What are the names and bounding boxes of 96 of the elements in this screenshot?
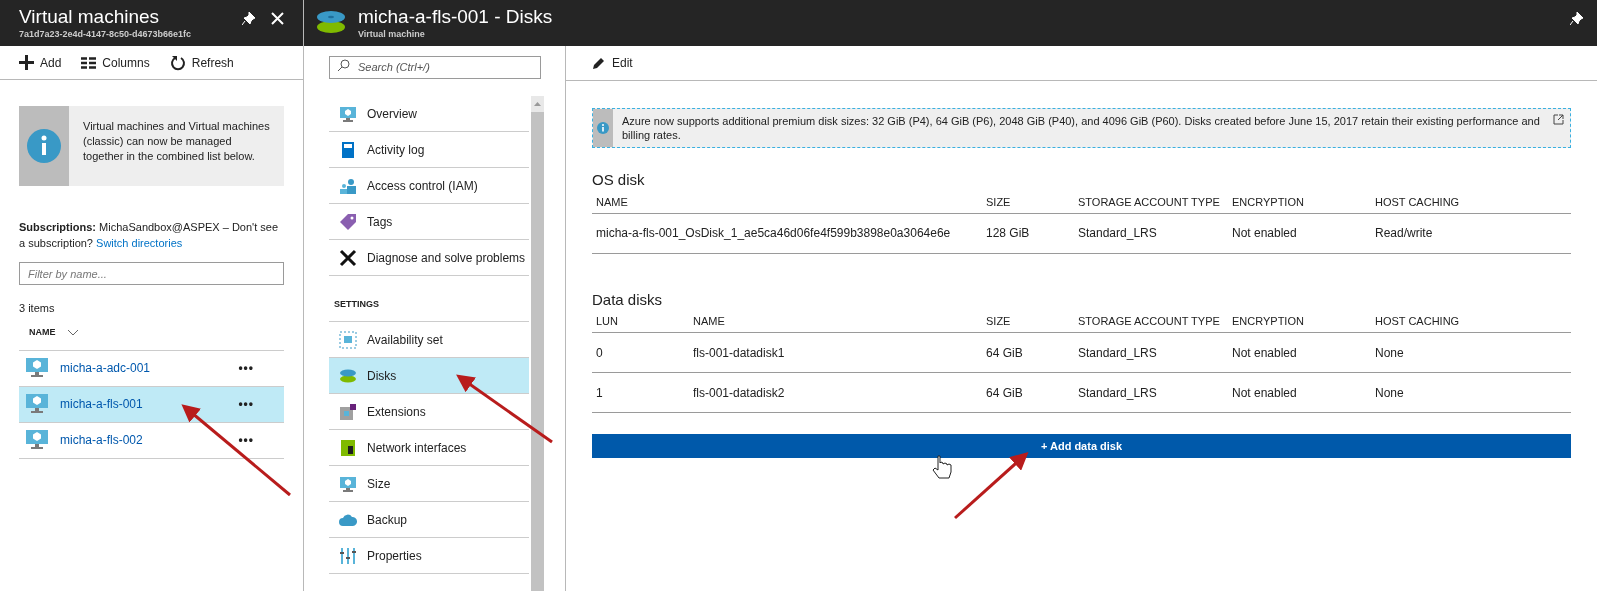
column-header: NAME bbox=[693, 314, 726, 330]
menu-item[interactable]: Disks bbox=[329, 358, 529, 394]
vm-name[interactable]: micha-a-fls-001 bbox=[60, 395, 239, 413]
more-button[interactable]: ••• bbox=[238, 359, 254, 377]
item-count: 3 items bbox=[19, 301, 56, 316]
edit-button[interactable]: Edit bbox=[592, 54, 633, 72]
switch-directories-link[interactable]: Switch directories bbox=[96, 237, 183, 249]
extensions-icon bbox=[339, 402, 357, 421]
blade-title: Virtual machines bbox=[19, 6, 161, 28]
vm-row[interactable]: micha-a-fls-002 ••• bbox=[19, 422, 284, 459]
scrollbar[interactable] bbox=[531, 96, 544, 591]
table-cell-text: Standard_LRS bbox=[1078, 225, 1158, 242]
more-button[interactable]: ••• bbox=[238, 431, 254, 449]
table-cell-text: Not enabled bbox=[1232, 384, 1298, 402]
menu-item[interactable]: Activity log bbox=[329, 132, 529, 168]
column-header: SIZE bbox=[986, 194, 1012, 210]
table-cell-text: micha-a-fls-001_OsDisk_1_ae5ca46d06fe4f599b3898e0a3064e6e bbox=[596, 225, 952, 242]
chevron-down-icon[interactable] bbox=[67, 330, 78, 336]
refresh-icon bbox=[169, 54, 186, 71]
menu-item[interactable]: Properties bbox=[329, 538, 529, 574]
add-data-disk-button[interactable]: + Add data disk bbox=[592, 434, 1571, 458]
search-icon bbox=[337, 59, 350, 72]
table-cell-text: 128 GiB bbox=[986, 225, 1031, 242]
book-icon bbox=[339, 140, 357, 159]
filter-field[interactable]: Filter by name... bbox=[19, 262, 284, 285]
network-icon bbox=[339, 438, 357, 457]
more-button[interactable]: ••• bbox=[238, 395, 254, 413]
menu-item[interactable]: Backup bbox=[329, 502, 529, 538]
column-header: STORAGE ACCOUNT TYPE bbox=[1078, 314, 1221, 330]
vm-name[interactable]: micha-a-adc-001 bbox=[60, 359, 239, 377]
column-header: HOST CACHING bbox=[1375, 194, 1461, 210]
table-cell-text: Standard_LRS bbox=[1078, 344, 1158, 362]
column-header: SIZE bbox=[986, 314, 1012, 330]
table-cell-text: None bbox=[1375, 344, 1405, 362]
vm-row[interactable]: micha-a-adc-001 ••• bbox=[19, 350, 284, 387]
vm-name[interactable]: micha-a-fls-002 bbox=[60, 431, 239, 449]
pin-icon[interactable] bbox=[1570, 12, 1583, 25]
column-header: HOST CACHING bbox=[1375, 314, 1461, 330]
hand-cursor-icon bbox=[932, 455, 952, 479]
external-link-icon[interactable] bbox=[1553, 114, 1564, 125]
pencil-icon bbox=[592, 56, 606, 70]
monitor-icon bbox=[26, 430, 48, 450]
people-icon bbox=[339, 176, 357, 195]
table-cell-text: 64 GiB bbox=[986, 384, 1024, 402]
menu-item[interactable]: Access control (IAM) bbox=[329, 168, 529, 204]
properties-icon bbox=[339, 546, 357, 565]
table-cell-text: Not enabled bbox=[1232, 344, 1298, 362]
menu-item[interactable]: Diagnose and solve problems bbox=[329, 240, 529, 276]
menu-heading: SETTINGS bbox=[334, 297, 379, 311]
availability-icon bbox=[339, 330, 357, 349]
table-cell-text: Read/write bbox=[1375, 225, 1434, 242]
toolbar-button[interactable]: Refresh bbox=[169, 53, 234, 72]
table-cell-text: 0 bbox=[596, 344, 604, 362]
vm-row[interactable]: micha-a-fls-001 ••• bbox=[19, 386, 284, 423]
subscriptions-text: Subscriptions: MichaSandbox@ASPEX – Don't see a subscription? Switch directories bbox=[19, 220, 280, 251]
disks-icon bbox=[316, 9, 346, 35]
table-cell-text: 1 bbox=[596, 384, 604, 402]
toolbar-button[interactable]: Add bbox=[19, 53, 62, 72]
tools-icon bbox=[339, 248, 357, 267]
section-title: Data disks bbox=[592, 289, 664, 310]
notice-text: Azure now supports additional premium disk sizes: 32 GiB (P4), 64 GiB (P6), 2048 GiB (P40), and 4096 GiB (P60). Disks created before June 15, 2017 retain their existing performance and billing rates. bbox=[621, 114, 1541, 143]
menu-item[interactable]: Overview bbox=[329, 96, 529, 132]
search-field[interactable]: Search (Ctrl+/) bbox=[329, 55, 541, 79]
columns-icon bbox=[81, 56, 97, 69]
monitor-icon bbox=[26, 358, 48, 378]
menu-item[interactable]: Network interfaces bbox=[329, 430, 529, 466]
column-header: STORAGE ACCOUNT TYPE bbox=[1078, 194, 1221, 210]
table-cell-text: None bbox=[1375, 384, 1405, 402]
menu-item[interactable]: Size bbox=[329, 466, 529, 502]
tag-icon bbox=[339, 212, 357, 231]
section-title: OS disk bbox=[592, 170, 646, 190]
blade-subtitle: 7a1d7a23-2e4d-4147-8c50-d4673b66e1fc bbox=[19, 28, 192, 40]
monitor-icon bbox=[26, 394, 48, 414]
menu-item[interactable]: Extensions bbox=[329, 394, 529, 430]
column-header: ENCRYPTION bbox=[1232, 314, 1305, 330]
close-icon[interactable] bbox=[271, 12, 284, 25]
table-cell-text: Standard_LRS bbox=[1078, 384, 1158, 402]
info-text: Virtual machines and Virtual machines (classic) can now be managed together in the combined list below. bbox=[82, 119, 271, 164]
monitor-icon bbox=[339, 104, 357, 123]
info-icon bbox=[27, 129, 61, 163]
monitor-icon bbox=[339, 474, 357, 493]
blade-subtitle: Virtual machine bbox=[358, 28, 426, 40]
blade-title: micha-a-fls-001 - Disks bbox=[358, 6, 553, 28]
info-icon bbox=[597, 122, 609, 134]
pin-icon[interactable] bbox=[242, 12, 255, 25]
column-header: LUN bbox=[596, 314, 619, 330]
table-cell-text: Not enabled bbox=[1232, 225, 1298, 242]
table-cell-text: 64 GiB bbox=[986, 344, 1024, 362]
menu-item[interactable]: Tags bbox=[329, 204, 529, 240]
column-header[interactable]: NAME bbox=[29, 326, 56, 340]
column-header: NAME bbox=[596, 194, 629, 210]
table-cell-text: fls-001-datadisk2 bbox=[693, 384, 786, 402]
toolbar-button[interactable]: Columns bbox=[81, 53, 150, 72]
plus-icon bbox=[19, 55, 34, 70]
column-header: ENCRYPTION bbox=[1232, 194, 1305, 210]
table-cell-text: fls-001-datadisk1 bbox=[693, 344, 786, 362]
